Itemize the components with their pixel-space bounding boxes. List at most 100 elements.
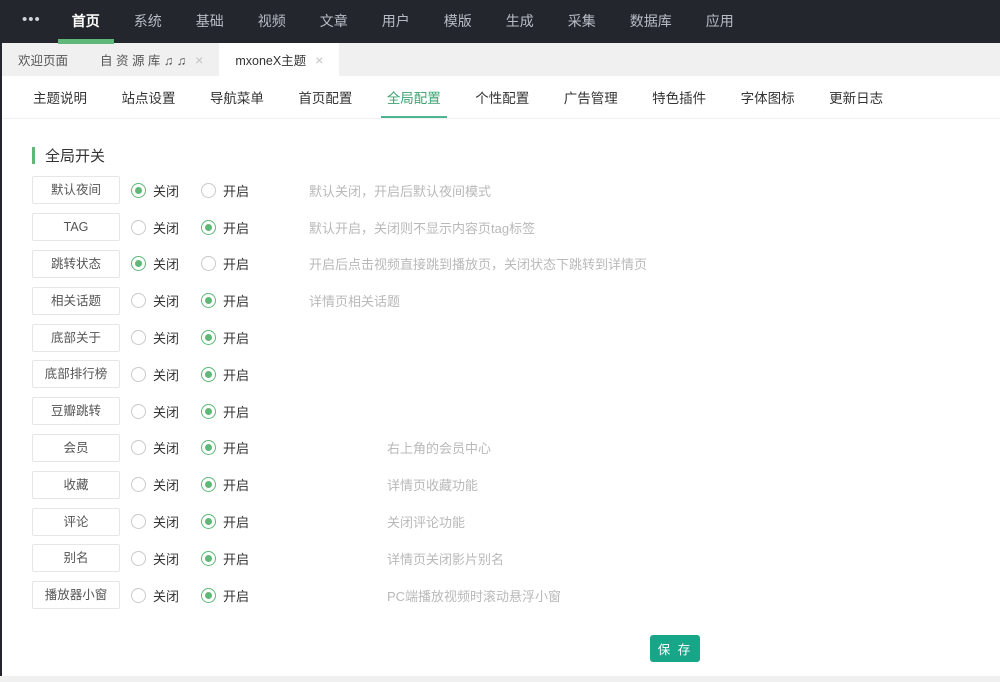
- setting-row: 收藏 关闭 开启 详情页收藏功能: [32, 466, 1000, 503]
- subnav-item[interactable]: 个性配置: [469, 76, 535, 118]
- radio-off[interactable]: 关闭: [131, 402, 201, 421]
- top-nav-item[interactable]: 模版: [427, 0, 489, 43]
- radio-off[interactable]: 关闭: [131, 291, 201, 310]
- subnav-item[interactable]: 站点设置: [115, 76, 181, 118]
- radio-off[interactable]: 关闭: [131, 254, 201, 273]
- radio-on-label: 开启: [223, 254, 249, 273]
- top-nav-item[interactable]: 首页: [55, 0, 117, 43]
- tab-close-icon[interactable]: ×: [195, 53, 203, 67]
- setting-row: 评论 关闭 开启 关闭评论功能: [32, 503, 1000, 540]
- top-nav-item[interactable]: 系统: [117, 0, 179, 43]
- radio-on-label: 开启: [223, 512, 249, 531]
- subnav-item[interactable]: 广告管理: [558, 76, 624, 118]
- radio-area: 关闭 开启: [131, 328, 276, 347]
- top-nav-item[interactable]: 数据库: [613, 0, 689, 43]
- setting-row: 相关话题 关闭 开启 详情页相关话题: [32, 282, 1000, 319]
- radio-on-label: 开启: [223, 475, 249, 494]
- radio-on-icon: [201, 183, 216, 198]
- tab-close-icon[interactable]: ×: [315, 53, 323, 67]
- radio-on-icon: [201, 588, 216, 603]
- setting-row: 默认夜间 关闭 开启 默认关闭，开启后默认夜间模式: [32, 172, 1000, 209]
- radio-on[interactable]: 开启: [201, 402, 271, 421]
- radio-off[interactable]: 关闭: [131, 512, 201, 531]
- radio-area: 关闭 开启: [131, 475, 276, 494]
- top-nav-item[interactable]: 生成: [489, 0, 551, 43]
- subnav-item[interactable]: 字体图标: [735, 76, 801, 118]
- radio-on-label: 开启: [223, 549, 249, 568]
- setting-row: 底部关于 关闭 开启: [32, 319, 1000, 356]
- radio-on[interactable]: 开启: [201, 475, 271, 494]
- radio-on-icon: [201, 330, 216, 345]
- radio-off[interactable]: 关闭: [131, 549, 201, 568]
- radio-off[interactable]: 关闭: [131, 475, 201, 494]
- setting-label: 相关话题: [32, 287, 120, 315]
- more-menu-icon[interactable]: •••: [0, 0, 55, 43]
- setting-label: TAG: [32, 213, 120, 241]
- radio-off-icon: [131, 514, 146, 529]
- radio-on[interactable]: 开启: [201, 549, 271, 568]
- radio-on[interactable]: 开启: [201, 438, 271, 457]
- radio-off-icon: [131, 367, 146, 382]
- setting-label: 收藏: [32, 471, 120, 499]
- radio-area: 关闭 开启: [131, 586, 276, 605]
- tab[interactable]: mxoneX主题 ×: [219, 43, 339, 76]
- theme-subnav: 主题说明 站点设置 导航菜单 首页配置 全局配置 个性配置 广告管理 特色插件 …: [2, 76, 1000, 119]
- radio-on[interactable]: 开启: [201, 291, 271, 310]
- setting-desc: 开启后点击视频直接跳到播放页，关闭状态下跳转到详情页: [309, 254, 647, 273]
- top-nav-item[interactable]: 文章: [303, 0, 365, 43]
- radio-on[interactable]: 开启: [201, 218, 271, 237]
- radio-off-icon: [131, 330, 146, 345]
- top-nav-item[interactable]: 视频: [241, 0, 303, 43]
- radio-on[interactable]: 开启: [201, 586, 271, 605]
- radio-area: 关闭 开启: [131, 402, 276, 421]
- radio-on[interactable]: 开启: [201, 254, 271, 273]
- radio-off-label: 关闭: [153, 586, 179, 605]
- tab[interactable]: 自 资 源 库 ♫ ♫ ×: [84, 43, 219, 76]
- main-content: 主题说明 站点设置 导航菜单 首页配置 全局配置 个性配置 广告管理 特色插件 …: [2, 76, 1000, 676]
- top-nav-item[interactable]: 应用: [689, 0, 751, 43]
- top-nav-item[interactable]: 用户: [365, 0, 427, 43]
- radio-off-icon: [131, 256, 146, 271]
- subnav-item[interactable]: 特色插件: [646, 76, 712, 118]
- radio-off[interactable]: 关闭: [131, 218, 201, 237]
- radio-on-label: 开启: [223, 218, 249, 237]
- radio-off[interactable]: 关闭: [131, 365, 201, 384]
- subnav-item[interactable]: 导航菜单: [204, 76, 270, 118]
- subnav-item[interactable]: 更新日志: [823, 76, 889, 118]
- radio-on[interactable]: 开启: [201, 365, 271, 384]
- radio-on-icon: [201, 477, 216, 492]
- radio-on[interactable]: 开启: [201, 512, 271, 531]
- tab-label: 自 资 源 库 ♫ ♫: [100, 50, 186, 69]
- setting-desc: 关闭评论功能: [387, 512, 465, 531]
- radio-on-icon: [201, 404, 216, 419]
- radio-off-icon: [131, 293, 146, 308]
- radio-off-icon: [131, 220, 146, 235]
- subnav-item[interactable]: 全局配置: [381, 76, 447, 118]
- radio-on[interactable]: 开启: [201, 181, 271, 200]
- subnav-item[interactable]: 首页配置: [292, 76, 358, 118]
- top-nav-item[interactable]: 基础: [179, 0, 241, 43]
- radio-on-icon: [201, 551, 216, 566]
- radio-off[interactable]: 关闭: [131, 586, 201, 605]
- radio-off-label: 关闭: [153, 365, 179, 384]
- radio-area: 关闭 开启: [131, 438, 276, 457]
- top-nav-item[interactable]: 采集: [551, 0, 613, 43]
- setting-label: 默认夜间: [32, 176, 120, 204]
- radio-off[interactable]: 关闭: [131, 438, 201, 457]
- setting-row: 底部排行榜 关闭 开启: [32, 356, 1000, 393]
- subnav-item[interactable]: 主题说明: [27, 76, 93, 118]
- radio-on-icon: [201, 440, 216, 455]
- setting-desc: 默认关闭，开启后默认夜间模式: [309, 181, 491, 200]
- radio-off-label: 关闭: [153, 475, 179, 494]
- radio-on-label: 开启: [223, 365, 249, 384]
- setting-desc: 右上角的会员中心: [387, 438, 491, 457]
- top-nav: ••• 首页 系统 基础 视频 文章 用户 模版 生成 采集 数据库 应用: [0, 0, 1000, 43]
- radio-off-icon: [131, 477, 146, 492]
- radio-off-label: 关闭: [153, 181, 179, 200]
- save-button[interactable]: 保 存: [650, 635, 700, 662]
- setting-label: 别名: [32, 544, 120, 572]
- tab[interactable]: 欢迎页面: [2, 43, 84, 76]
- radio-on[interactable]: 开启: [201, 328, 271, 347]
- radio-off[interactable]: 关闭: [131, 328, 201, 347]
- radio-off[interactable]: 关闭: [131, 181, 201, 200]
